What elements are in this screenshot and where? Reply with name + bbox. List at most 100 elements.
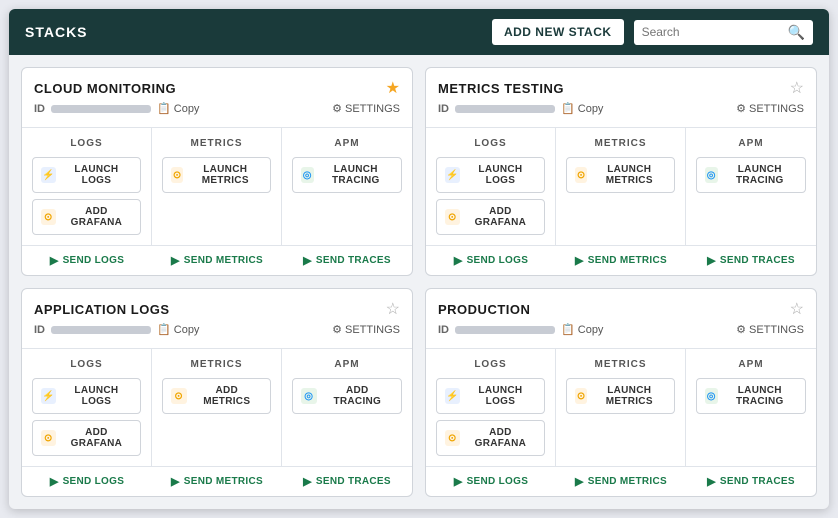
send-button-metrics-testing-1[interactable]: ▶SEND METRICS: [556, 254, 686, 267]
service-btn-production-0-1[interactable]: ⊙ADD GRAFANA: [436, 420, 545, 456]
star-icon-metrics-testing[interactable]: ☆: [790, 78, 804, 98]
stack-header-application-logs: APPLICATION LOGS☆ID📋 Copy⚙ SETTINGS: [22, 289, 412, 342]
star-icon-application-logs[interactable]: ☆: [386, 299, 400, 319]
stack-title-row-metrics-testing: METRICS TESTING☆: [438, 78, 804, 98]
btn-label: ADD GRAFANA: [61, 206, 132, 228]
btn-icon-apm: ◎: [301, 388, 317, 404]
service-btn-metrics-testing-0-1[interactable]: ⊙ADD GRAFANA: [436, 199, 545, 235]
btn-icon-logs: ⚡: [41, 388, 56, 404]
btn-icon-metrics: ⊙: [575, 388, 587, 404]
send-arrow-icon: ▶: [454, 254, 463, 267]
id-bar-cloud-monitoring: [51, 105, 151, 113]
settings-button-production[interactable]: ⚙ SETTINGS: [736, 323, 804, 336]
stack-name-cloud-monitoring: CLOUD MONITORING: [34, 81, 176, 96]
send-row-production: ▶SEND LOGS▶SEND METRICS▶SEND TRACES: [426, 466, 816, 496]
search-input[interactable]: [642, 25, 782, 39]
stack-header-metrics-testing: METRICS TESTING☆ID📋 Copy⚙ SETTINGS: [426, 68, 816, 121]
service-col-title-metrics-testing-0: LOGS: [436, 138, 545, 149]
copy-button-metrics-testing[interactable]: 📋 Copy: [561, 102, 603, 115]
send-arrow-icon: ▶: [575, 254, 584, 267]
service-col-metrics-testing-2: APM ◎LAUNCH TRACING: [686, 128, 816, 245]
star-icon-production[interactable]: ☆: [790, 299, 804, 319]
copy-button-production[interactable]: 📋 Copy: [561, 323, 603, 336]
add-new-stack-button[interactable]: ADD NEW STACK: [492, 19, 624, 45]
id-label-production: ID: [438, 324, 449, 336]
settings-button-cloud-monitoring[interactable]: ⚙ SETTINGS: [332, 102, 400, 115]
btn-label: LAUNCH LOGS: [465, 164, 536, 186]
service-col-title-cloud-monitoring-2: APM: [292, 138, 402, 149]
btn-icon-logs: ⚡: [445, 167, 460, 183]
send-button-cloud-monitoring-2[interactable]: ▶SEND TRACES: [282, 254, 412, 267]
btn-label: LAUNCH LOGS: [465, 385, 536, 407]
btn-icon-metrics: ⊙: [575, 167, 587, 183]
service-btn-application-logs-0-0[interactable]: ⚡ LAUNCH LOGS: [32, 378, 141, 414]
send-button-production-1[interactable]: ▶SEND METRICS: [556, 475, 686, 488]
id-bar-production: [455, 326, 555, 334]
stack-header-cloud-monitoring: CLOUD MONITORING ★ ID 📋 Copy ⚙ SETTINGS: [22, 68, 412, 121]
service-btn-metrics-testing-1-0[interactable]: ⊙LAUNCH METRICS: [566, 157, 675, 193]
send-arrow-icon: ▶: [171, 254, 180, 267]
id-bar-metrics-testing: [455, 105, 555, 113]
services-grid-metrics-testing: LOGS⚡LAUNCH LOGS⊙ADD GRAFANAMETRICS⊙LAUN…: [426, 127, 816, 245]
send-row-application-logs: ▶SEND LOGS▶SEND METRICS▶SEND TRACES: [22, 466, 412, 496]
btn-label: LAUNCH TRACING: [723, 164, 797, 186]
service-col-cloud-monitoring-0: LOGS⚡LAUNCH LOGS⊙ADD GRAFANA: [22, 128, 152, 245]
settings-button-metrics-testing[interactable]: ⚙ SETTINGS: [736, 102, 804, 115]
btn-icon-apm: ◎: [705, 388, 718, 404]
btn-label: ADD GRAFANA: [61, 427, 132, 449]
send-button-cloud-monitoring-0[interactable]: ▶SEND LOGS: [22, 254, 152, 267]
stack-name-application-logs: APPLICATION LOGS: [34, 302, 170, 317]
send-button-application-logs-0[interactable]: ▶SEND LOGS: [22, 475, 152, 488]
service-col-cloud-monitoring-1: METRICS⊙LAUNCH METRICS: [152, 128, 282, 245]
btn-label: LAUNCH LOGS: [61, 385, 132, 407]
btn-icon-logs: ⚡: [445, 388, 460, 404]
star-icon-cloud-monitoring[interactable]: ★: [386, 78, 400, 98]
send-button-application-logs-1[interactable]: ▶SEND METRICS: [152, 475, 282, 488]
service-btn-production-0-0[interactable]: ⚡ LAUNCH LOGS: [436, 378, 545, 414]
service-btn-cloud-monitoring-0-1[interactable]: ⊙ADD GRAFANA: [32, 199, 141, 235]
service-btn-cloud-monitoring-0-0[interactable]: ⚡LAUNCH LOGS: [32, 157, 141, 193]
send-button-metrics-testing-0[interactable]: ▶SEND LOGS: [426, 254, 556, 267]
service-btn-production-2-0[interactable]: ◎LAUNCH TRACING: [696, 378, 806, 414]
service-btn-cloud-monitoring-1-0[interactable]: ⊙LAUNCH METRICS: [162, 157, 271, 193]
send-button-cloud-monitoring-1[interactable]: ▶SEND METRICS: [152, 254, 282, 267]
service-btn-cloud-monitoring-2-0[interactable]: ◎ LAUNCH TRACING: [292, 157, 402, 193]
service-col-title-metrics-testing-1: METRICS: [566, 138, 675, 149]
service-btn-metrics-testing-2-0[interactable]: ◎LAUNCH TRACING: [696, 157, 806, 193]
service-col-application-logs-2: APM◎ADD TRACING: [282, 349, 412, 466]
service-col-title-application-logs-1: METRICS: [162, 359, 271, 370]
service-btn-application-logs-0-1[interactable]: ⊙ ADD GRAFANA: [32, 420, 141, 456]
send-arrow-icon: ▶: [50, 475, 59, 488]
copy-button-cloud-monitoring[interactable]: 📋 Copy: [157, 102, 199, 115]
service-btn-application-logs-2-0[interactable]: ◎ADD TRACING: [292, 378, 402, 414]
btn-icon-logs: ⚡: [41, 167, 56, 183]
stack-header-production: PRODUCTION ☆ ID 📋 Copy ⚙ SETTINGS: [426, 289, 816, 342]
service-col-production-1: METRICS ⊙LAUNCH METRICS: [556, 349, 686, 466]
settings-button-application-logs[interactable]: ⚙ SETTINGS: [332, 323, 400, 336]
btn-label: LAUNCH TRACING: [319, 164, 393, 186]
send-button-metrics-testing-2[interactable]: ▶SEND TRACES: [686, 254, 816, 267]
stack-name-production: PRODUCTION: [438, 302, 530, 317]
send-button-production-2[interactable]: ▶SEND TRACES: [686, 475, 816, 488]
send-arrow-icon: ▶: [303, 475, 312, 488]
service-btn-metrics-testing-0-0[interactable]: ⚡ LAUNCH LOGS: [436, 157, 545, 193]
btn-icon-grafana: ⊙: [41, 430, 56, 446]
stack-card-production: PRODUCTION☆ID📋 Copy⚙ SETTINGSLOGS⚡LAUNCH…: [425, 288, 817, 497]
service-col-title-metrics-testing-2: APM: [696, 138, 806, 149]
btn-icon-metrics: ⊙: [171, 167, 183, 183]
id-label-cloud-monitoring: ID: [34, 103, 45, 115]
service-col-title-production-1: METRICS: [566, 359, 675, 370]
send-arrow-icon: ▶: [303, 254, 312, 267]
copy-button-application-logs[interactable]: 📋 Copy: [157, 323, 199, 336]
service-col-application-logs-0: LOGS ⚡ LAUNCH LOGS ⊙ ADD GRAFANA: [22, 349, 152, 466]
service-col-title-application-logs-0: LOGS: [32, 359, 141, 370]
services-grid-production: LOGS⚡LAUNCH LOGS⊙ADD GRAFANAMETRICS⊙LAUN…: [426, 348, 816, 466]
service-col-production-2: APM◎LAUNCH TRACING: [686, 349, 816, 466]
btn-icon-apm: ◎: [301, 167, 314, 183]
send-button-production-0[interactable]: ▶SEND LOGS: [426, 475, 556, 488]
service-btn-application-logs-1-0[interactable]: ⊙ADD METRICS: [162, 378, 271, 414]
send-button-application-logs-2[interactable]: ▶SEND TRACES: [282, 475, 412, 488]
service-btn-production-1-0[interactable]: ⊙LAUNCH METRICS: [566, 378, 675, 414]
stack-card-cloud-monitoring: CLOUD MONITORING★ID📋 Copy⚙ SETTINGSLOGS⚡…: [21, 67, 413, 276]
send-arrow-icon: ▶: [50, 254, 59, 267]
